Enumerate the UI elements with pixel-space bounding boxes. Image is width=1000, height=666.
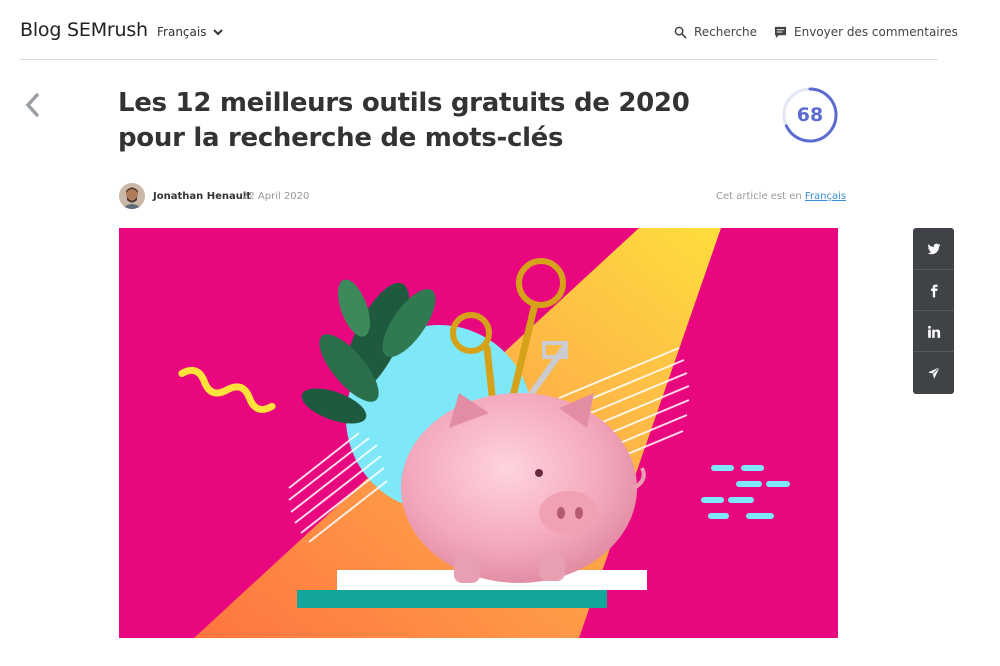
readability-score[interactable]: 68 <box>781 86 839 144</box>
score-value: 68 <box>796 104 824 126</box>
article-language-link[interactable]: Français <box>805 191 846 202</box>
linkedin-icon <box>927 325 940 338</box>
article-language: Cet article est en Français <box>716 191 846 202</box>
comment-icon <box>774 26 787 38</box>
feedback-button[interactable]: Envoyer des commentaires <box>774 25 958 39</box>
share-facebook-button[interactable] <box>913 269 954 311</box>
twitter-icon <box>927 243 940 254</box>
search-label: Recherche <box>694 25 758 39</box>
share-twitter-button[interactable] <box>913 228 954 269</box>
author-name[interactable]: Jonathan Henault <box>153 191 251 202</box>
article-language-prefix: Cet article est en <box>716 191 802 202</box>
facebook-icon <box>930 284 937 297</box>
search-button[interactable]: Recherche <box>674 25 757 39</box>
header: Blog SEMrush Français Recherche Envoyer … <box>0 0 1000 60</box>
blog-logo[interactable]: Blog SEMrush <box>20 19 148 41</box>
chevron-left-icon <box>25 93 39 117</box>
share-bar <box>913 228 954 394</box>
share-linkedin-button[interactable] <box>913 310 954 352</box>
publish-date: 22 April 2020 <box>242 191 310 202</box>
share-send-button[interactable] <box>913 351 954 393</box>
author-avatar[interactable] <box>119 183 145 209</box>
hero-image <box>119 228 838 638</box>
chevron-down-icon <box>213 29 224 36</box>
header-divider <box>20 59 938 60</box>
language-label: Français <box>157 25 207 39</box>
article-title: Les 12 meilleurs outils gratuits de 2020… <box>118 88 690 153</box>
language-selector[interactable]: Français <box>157 25 224 39</box>
feedback-label: Envoyer des commentaires <box>794 25 958 39</box>
search-icon <box>674 26 687 39</box>
send-icon <box>927 366 940 379</box>
back-button[interactable] <box>22 92 42 118</box>
